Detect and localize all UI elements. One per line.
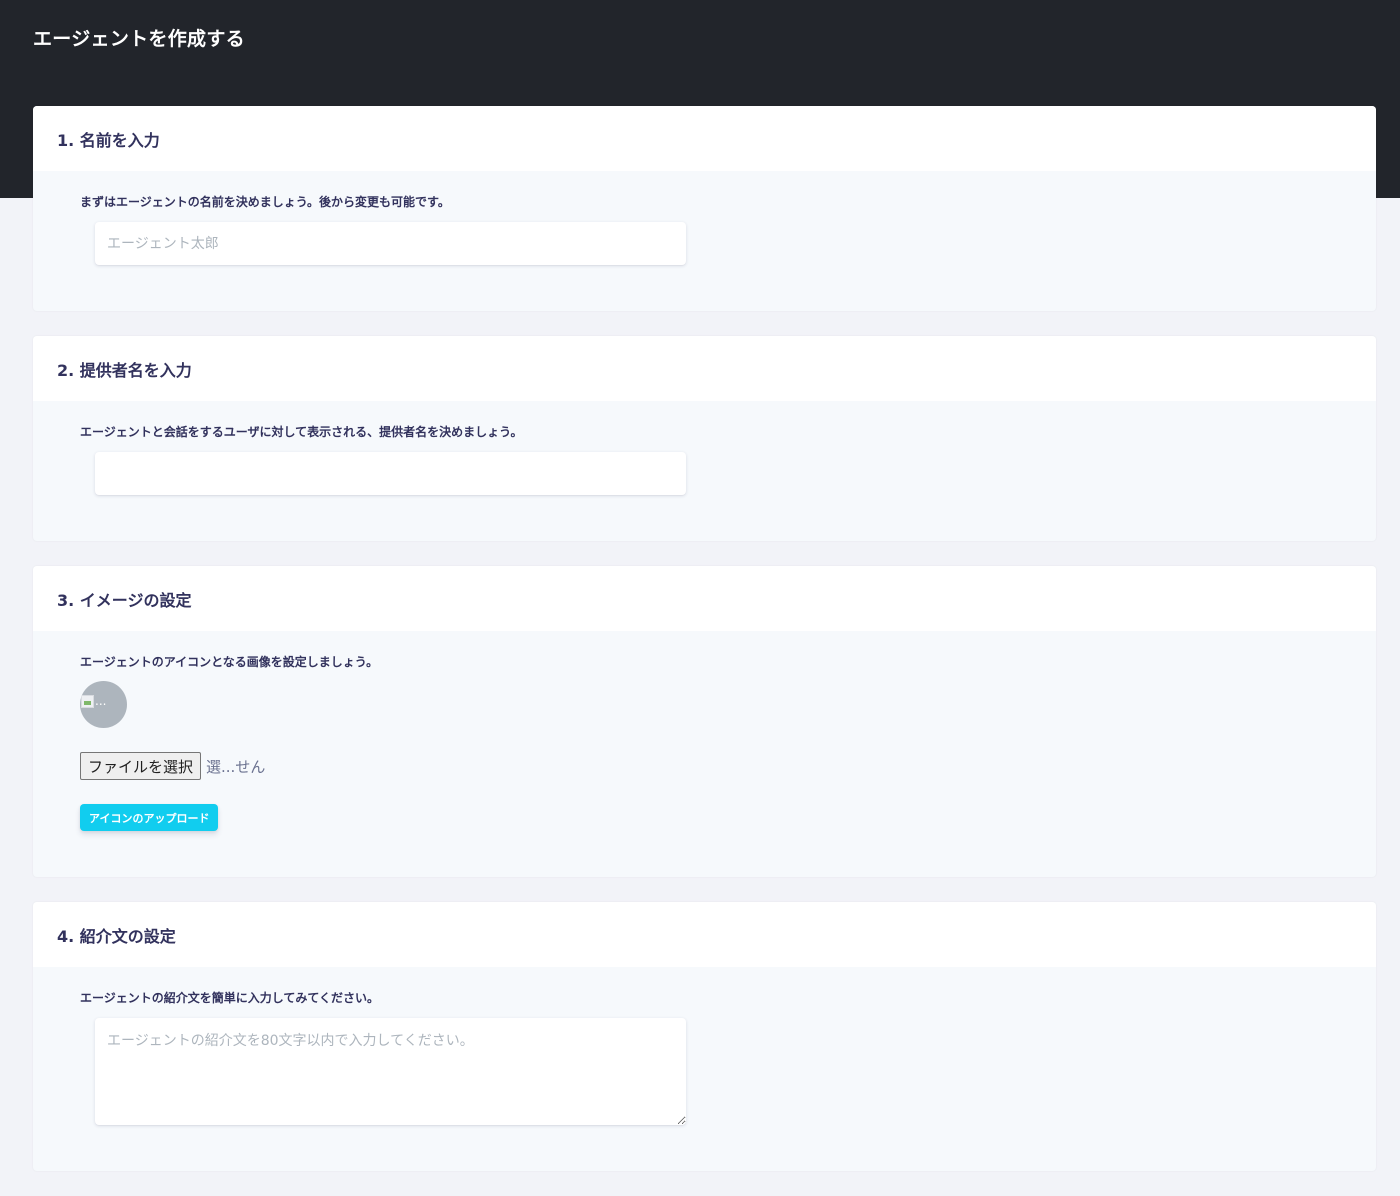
file-chooser: ファイルを選択 選...せん — [80, 752, 1329, 780]
avatar-broken-image: ... — [81, 694, 106, 708]
choose-file-button[interactable]: ファイルを選択 — [80, 752, 202, 780]
card-body-provider: エージェントと会話をするユーザに対して表示される、提供者名を決めましょう。 — [33, 401, 1376, 541]
card-header-image: 3. イメージの設定 — [33, 566, 1376, 631]
agent-name-input[interactable] — [95, 222, 686, 265]
card-body-intro: エージェントの紹介文を簡単に入力してみてください。 — [33, 967, 1376, 1171]
intro-description: エージェントの紹介文を簡単に入力してみてください。 — [80, 991, 380, 1005]
card-provider: 2. 提供者名を入力 エージェントと会話をするユーザに対して表示される、提供者名… — [33, 336, 1376, 541]
card-header-intro: 4. 紹介文の設定 — [33, 902, 1376, 967]
upload-icon-button[interactable]: アイコンのアップロード — [80, 804, 219, 831]
card-intro: 4. 紹介文の設定 エージェントの紹介文を簡単に入力してみてください。 — [33, 902, 1376, 1171]
provider-description: エージェントと会話をするユーザに対して表示される、提供者名を決めましょう。 — [80, 425, 523, 439]
card-header-name: 1. 名前を入力 — [33, 106, 1376, 171]
form-content: 1. 名前を入力 まずはエージェントの名前を決めましょう。後から変更も可能です。… — [33, 106, 1376, 1196]
card-header-provider: 2. 提供者名を入力 — [33, 336, 1376, 401]
card-image: 3. イメージの設定 エージェントのアイコンとなる画像を設定しましょう。 ...… — [33, 566, 1376, 877]
broken-image-icon — [81, 694, 94, 708]
intro-textarea[interactable] — [95, 1018, 686, 1125]
agent-avatar: ... — [80, 681, 127, 728]
name-description: まずはエージェントの名前を決めましょう。後から変更も可能です。 — [80, 195, 450, 209]
provider-name-input[interactable] — [95, 452, 686, 495]
card-body-name: まずはエージェントの名前を決めましょう。後から変更も可能です。 — [33, 171, 1376, 311]
page-title: エージェントを作成する — [33, 28, 245, 50]
image-description: エージェントのアイコンとなる画像を設定しましょう。 — [80, 655, 379, 669]
card-name: 1. 名前を入力 まずはエージェントの名前を決めましょう。後から変更も可能です。 — [33, 106, 1376, 311]
avatar-alt-text: ... — [95, 694, 107, 708]
file-status-text: 選...せん — [206, 757, 266, 776]
card-body-image: エージェントのアイコンとなる画像を設定しましょう。 ... ファイルを選択 選.… — [33, 631, 1376, 877]
